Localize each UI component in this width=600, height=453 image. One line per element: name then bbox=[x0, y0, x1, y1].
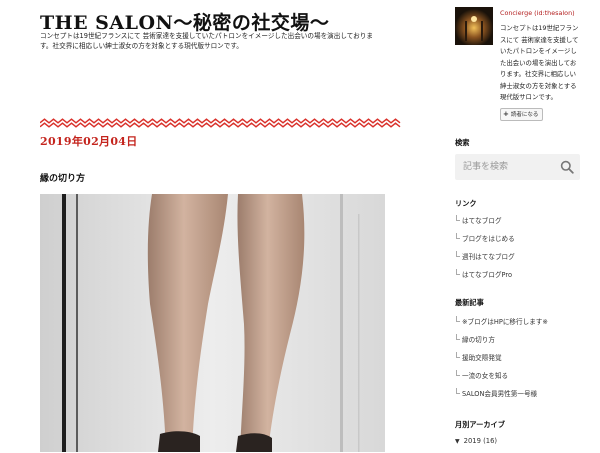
recent-heading: 最新記事 bbox=[455, 298, 484, 307]
recent-item[interactable]: 一流の女を知る bbox=[455, 370, 548, 388]
plus-icon: + bbox=[503, 110, 509, 118]
link-item-start-blog[interactable]: ブログをはじめる bbox=[455, 233, 515, 251]
link-item-hatena-blog[interactable]: はてなブログ bbox=[455, 215, 515, 233]
search-heading: 検索 bbox=[455, 138, 470, 147]
archive-heading: 月別アーカイブ bbox=[455, 420, 505, 429]
search-icon[interactable] bbox=[560, 160, 574, 174]
links-list: はてなブログ ブログをはじめる 週刊はてなブログ はてなブログPro bbox=[455, 215, 515, 287]
links-heading: リンク bbox=[455, 199, 477, 208]
profile-name[interactable]: Concierge (id:thesalon) bbox=[500, 9, 575, 17]
recent-item[interactable]: ※ブログはHPに移行します※ bbox=[455, 316, 548, 334]
link-item-hatena-pro[interactable]: はてなブログPro bbox=[455, 269, 515, 287]
subscribe-button[interactable]: + 読者になる bbox=[500, 108, 544, 121]
search-box bbox=[455, 154, 580, 180]
archive-month-row-cutoff bbox=[470, 449, 530, 453]
blog-description: コンセプトは19世紀フランスにて 芸術家達を支援していたパトロンをイメージした出… bbox=[40, 32, 373, 50]
link-item-weekly-hatena[interactable]: 週刊はてなブログ bbox=[455, 251, 515, 269]
entry-photo bbox=[40, 194, 385, 452]
subscribe-label: 読者になる bbox=[510, 112, 539, 118]
recent-list: ※ブログはHPに移行します※ 縁の切り方 援助交際発覚 一流の女を知る SALO… bbox=[455, 316, 548, 406]
entry-title[interactable]: 縁の切り方 bbox=[40, 171, 85, 184]
triangle-down-icon[interactable]: ▼ bbox=[455, 438, 460, 445]
profile-avatar[interactable] bbox=[455, 7, 493, 45]
archive-year-label: 2019 bbox=[463, 437, 481, 445]
wavy-divider bbox=[40, 118, 401, 128]
archive-count: (16) bbox=[483, 437, 498, 445]
archive-year-2019[interactable]: ▼ 2019 (16) bbox=[455, 437, 497, 445]
recent-item[interactable]: 援助交際発覚 bbox=[455, 352, 548, 370]
recent-item[interactable]: SALON会員男性第一号様 bbox=[455, 388, 548, 406]
entry-date[interactable]: 2019年02月04日 bbox=[40, 133, 138, 149]
recent-item[interactable]: 縁の切り方 bbox=[455, 334, 548, 352]
profile-description: コンセプトは19世紀フランスにて 芸術家達を支援していたパトロンをイメージした出… bbox=[500, 24, 579, 101]
search-input[interactable] bbox=[463, 154, 558, 180]
